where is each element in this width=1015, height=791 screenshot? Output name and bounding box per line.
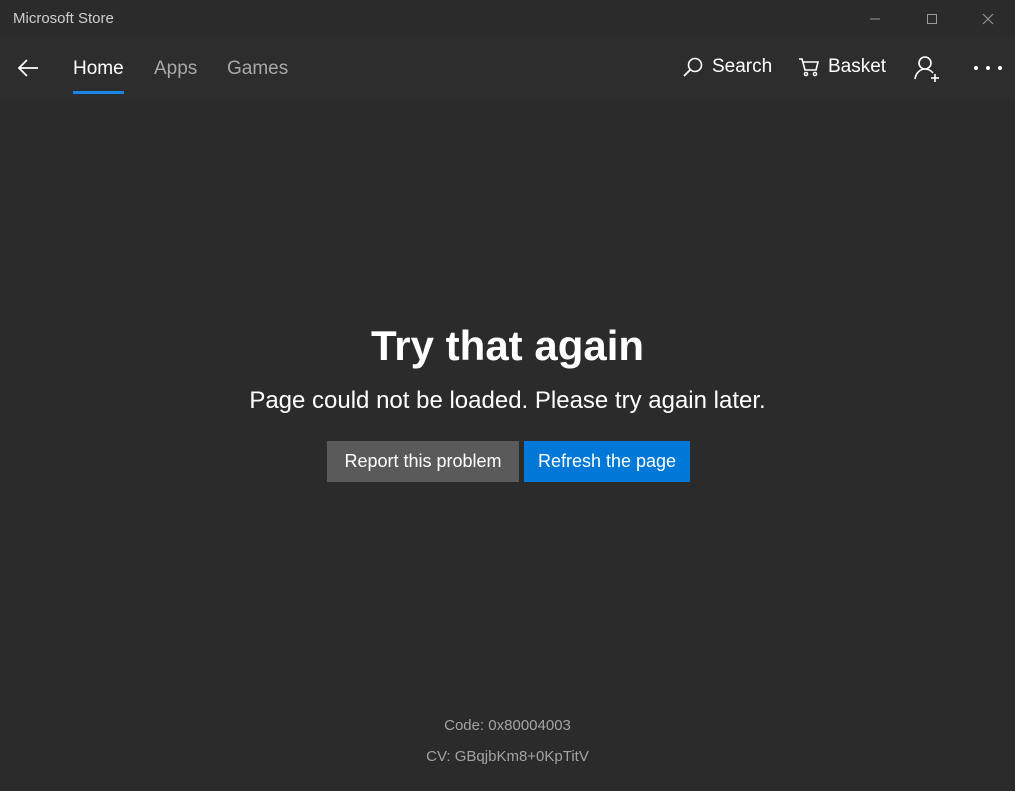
microsoft-store-window: Microsoft Store Home Apps Games Search B… [0, 0, 1015, 791]
title-bar: Microsoft Store [0, 0, 1015, 38]
active-tab-indicator [73, 91, 124, 94]
account-button[interactable] [913, 54, 943, 84]
close-icon [982, 13, 994, 25]
maximize-icon [927, 14, 937, 24]
app-title: Microsoft Store [13, 10, 114, 27]
error-code: Code: 0x80004003 [444, 717, 571, 734]
minimize-button[interactable] [852, 0, 898, 38]
minimize-icon [870, 18, 880, 20]
basket-label: Basket [828, 56, 887, 77]
more-ellipsis-icon [974, 66, 978, 70]
close-button[interactable] [965, 0, 1011, 38]
basket-button[interactable]: Basket [798, 56, 886, 78]
error-message: Page could not be loaded. Please try aga… [249, 387, 766, 414]
refresh-page-button[interactable]: Refresh the page [524, 441, 690, 482]
back-button[interactable] [8, 48, 48, 88]
nav-bar: Home Apps Games Search Basket [0, 38, 1015, 98]
add-account-icon [914, 56, 939, 82]
search-label: Search [712, 56, 773, 77]
more-button[interactable] [974, 66, 1002, 74]
error-title: Try that again [370, 322, 645, 369]
tab-home[interactable]: Home [73, 58, 124, 80]
back-arrow-icon [17, 59, 38, 77]
tab-apps[interactable]: Apps [154, 58, 197, 80]
correlation-vector: CV: GBqjbKm8+0KpTitV [426, 748, 589, 765]
basket-icon [799, 58, 820, 77]
search-icon [683, 57, 703, 77]
tab-games[interactable]: Games [227, 58, 288, 80]
maximize-button[interactable] [909, 0, 955, 38]
search-button[interactable]: Search [682, 56, 772, 78]
report-problem-button[interactable]: Report this problem [327, 441, 519, 482]
